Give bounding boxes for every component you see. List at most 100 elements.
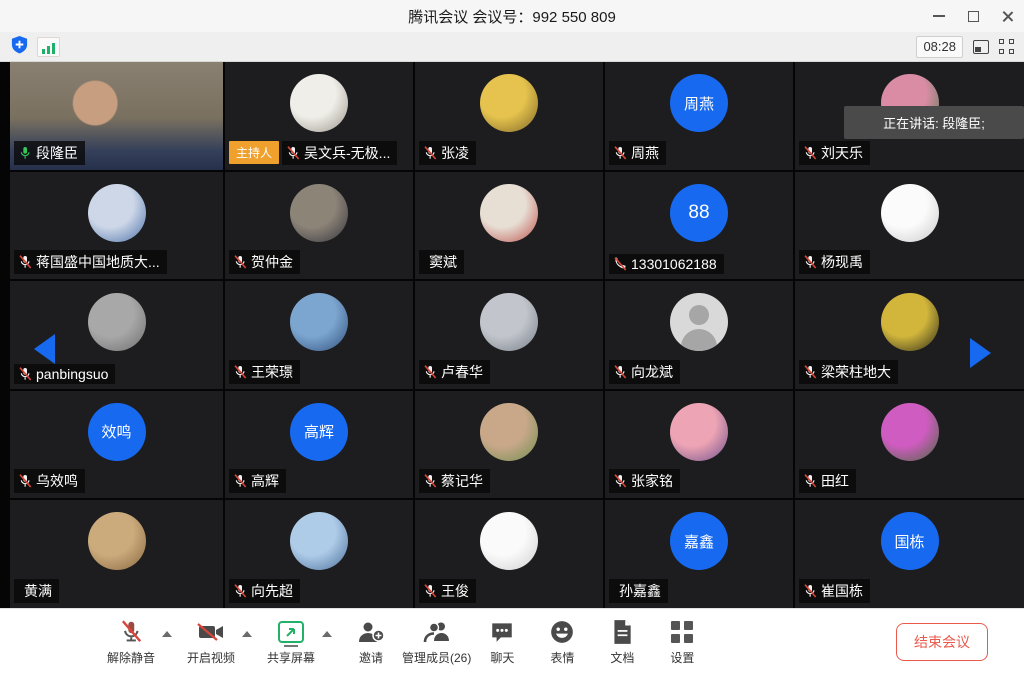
docs-button[interactable]: 文档 bbox=[593, 618, 651, 666]
participant-namebar: 刘天乐 bbox=[799, 141, 870, 165]
participant-tile[interactable]: 蒋国盛中国地质大... bbox=[10, 172, 223, 280]
mic-muted-icon bbox=[232, 583, 248, 599]
participant-tile[interactable]: 杨现禹 bbox=[795, 172, 1024, 280]
avatar bbox=[670, 293, 728, 351]
participant-tile[interactable]: 段隆臣 bbox=[10, 62, 223, 170]
prev-page-arrow[interactable] bbox=[34, 334, 55, 364]
settings-button[interactable]: 设置 bbox=[653, 618, 711, 666]
unmute-button[interactable]: 解除静音 bbox=[102, 618, 160, 666]
participant-tile[interactable]: 田红 bbox=[795, 391, 1024, 499]
chat-button[interactable]: 聊天 bbox=[473, 618, 531, 666]
close-button[interactable] bbox=[990, 0, 1024, 32]
avatar bbox=[290, 74, 348, 132]
participant-name: 蒋国盛中国地质大... bbox=[36, 252, 160, 272]
participant-name: 13301062188 bbox=[631, 256, 717, 272]
avatar: 嘉鑫 bbox=[670, 512, 728, 570]
participant-name: 刘天乐 bbox=[821, 143, 863, 163]
participant-tile[interactable]: 贺仲金 bbox=[225, 172, 413, 280]
participant-name: 贺仲金 bbox=[251, 252, 293, 272]
participant-tile[interactable]: 张家铭 bbox=[605, 391, 793, 499]
mic-muted-icon bbox=[802, 254, 818, 270]
participant-name: 乌效鸣 bbox=[36, 471, 78, 491]
participant-namebar: 梁荣柱地大 bbox=[799, 360, 898, 384]
meeting-timer: 08:28 bbox=[916, 36, 963, 58]
mic-muted-icon bbox=[17, 473, 33, 489]
participant-name: 卢春华 bbox=[441, 362, 483, 382]
mic-muted-icon bbox=[118, 618, 144, 646]
participant-name: 周燕 bbox=[631, 143, 659, 163]
participant-tile[interactable]: 88 13301062188 bbox=[605, 172, 793, 280]
participant-tile[interactable]: 向先超 bbox=[225, 500, 413, 608]
participant-namebar: 王荣璟 bbox=[229, 360, 300, 384]
participant-name: 向龙斌 bbox=[631, 362, 673, 382]
participant-namebar: 张家铭 bbox=[609, 469, 680, 493]
end-meeting-button[interactable]: 结束会议 bbox=[896, 623, 988, 661]
security-shield-icon[interactable] bbox=[10, 35, 29, 59]
video-options-caret[interactable] bbox=[242, 631, 252, 637]
mic-muted-icon bbox=[17, 254, 33, 270]
fullscreen-icon[interactable] bbox=[999, 39, 1014, 54]
participant-namebar: 田红 bbox=[799, 469, 856, 493]
emoji-button[interactable]: 表情 bbox=[533, 618, 591, 666]
participant-tile[interactable]: 蔡记华 bbox=[415, 391, 603, 499]
status-toolbar: 08:28 bbox=[0, 32, 1024, 62]
share-options-caret[interactable] bbox=[322, 631, 332, 637]
start-video-button[interactable]: 开启视频 bbox=[182, 618, 240, 666]
participant-name: 田红 bbox=[821, 471, 849, 491]
minimize-button[interactable] bbox=[922, 0, 956, 32]
meeting-window: 腾讯会议 会议号：992 550 809 08:28 bbox=[0, 0, 1024, 674]
participant-tile[interactable]: 王俊 bbox=[415, 500, 603, 608]
avatar bbox=[480, 512, 538, 570]
manage-members-button[interactable]: 管理成员(26) bbox=[402, 618, 471, 666]
mic-muted-icon bbox=[17, 366, 33, 382]
participant-tile[interactable]: 嘉鑫 孙嘉鑫 bbox=[605, 500, 793, 608]
participant-tile[interactable]: 效鸣 乌效鸣 bbox=[10, 391, 223, 499]
invite-button[interactable]: 邀请 bbox=[342, 618, 400, 666]
share-screen-button[interactable]: 共享屏幕 bbox=[262, 618, 320, 666]
mic-muted-icon bbox=[802, 473, 818, 489]
document-icon bbox=[610, 618, 634, 646]
participant-tile[interactable]: 卢春华 bbox=[415, 281, 603, 389]
avatar bbox=[88, 293, 146, 351]
participant-tile[interactable]: 张凌 bbox=[415, 62, 603, 170]
participant-tile[interactable]: 主持人 吴文兵-无极... bbox=[225, 62, 413, 170]
maximize-button[interactable] bbox=[956, 0, 990, 32]
avatar: 高辉 bbox=[290, 403, 348, 461]
participant-name: 张家铭 bbox=[631, 471, 673, 491]
avatar-text: 国栋 bbox=[894, 531, 924, 552]
phone-muted-icon bbox=[612, 256, 628, 272]
mic-muted-icon bbox=[232, 364, 248, 380]
mic-muted-icon bbox=[232, 473, 248, 489]
mic-muted-icon bbox=[422, 145, 438, 161]
speaking-tooltip: 正在讲话: 段隆臣; bbox=[844, 106, 1024, 139]
mic-on-icon bbox=[17, 145, 33, 161]
participant-namebar: 窦斌 bbox=[419, 250, 464, 274]
participant-name: 向先超 bbox=[251, 581, 293, 601]
participant-tile[interactable]: 高辉 高辉 bbox=[225, 391, 413, 499]
participant-tile[interactable]: 梁荣柱地大 bbox=[795, 281, 1024, 389]
avatar bbox=[881, 403, 939, 461]
participant-name: 高辉 bbox=[251, 471, 279, 491]
participant-tile[interactable]: 黄满 bbox=[10, 500, 223, 608]
network-signal-icon[interactable] bbox=[37, 37, 60, 57]
participant-name: 孙嘉鑫 bbox=[619, 581, 661, 601]
participant-namebar: 蒋国盛中国地质大... bbox=[14, 250, 167, 274]
participant-tile[interactable]: 周燕 周燕 bbox=[605, 62, 793, 170]
mic-options-caret[interactable] bbox=[162, 631, 172, 637]
participant-namebar: 向先超 bbox=[229, 579, 300, 603]
participant-namebar: 崔国栋 bbox=[799, 579, 870, 603]
participant-name: 梁荣柱地大 bbox=[821, 362, 891, 382]
participant-tile[interactable]: 向龙斌 bbox=[605, 281, 793, 389]
participant-name: panbingsuo bbox=[36, 366, 108, 382]
avatar: 周燕 bbox=[670, 74, 728, 132]
participant-tile[interactable]: 窦斌 bbox=[415, 172, 603, 280]
avatar: 国栋 bbox=[881, 512, 939, 570]
close-icon bbox=[1001, 10, 1014, 23]
float-window-icon[interactable] bbox=[973, 40, 989, 54]
participant-tile[interactable]: 国栋 崔国栋 bbox=[795, 500, 1024, 608]
avatar bbox=[480, 293, 538, 351]
participant-tile[interactable]: 王荣璟 bbox=[225, 281, 413, 389]
participant-namebar: panbingsuo bbox=[14, 364, 115, 384]
avatar bbox=[881, 184, 939, 242]
next-page-arrow[interactable] bbox=[970, 338, 991, 368]
